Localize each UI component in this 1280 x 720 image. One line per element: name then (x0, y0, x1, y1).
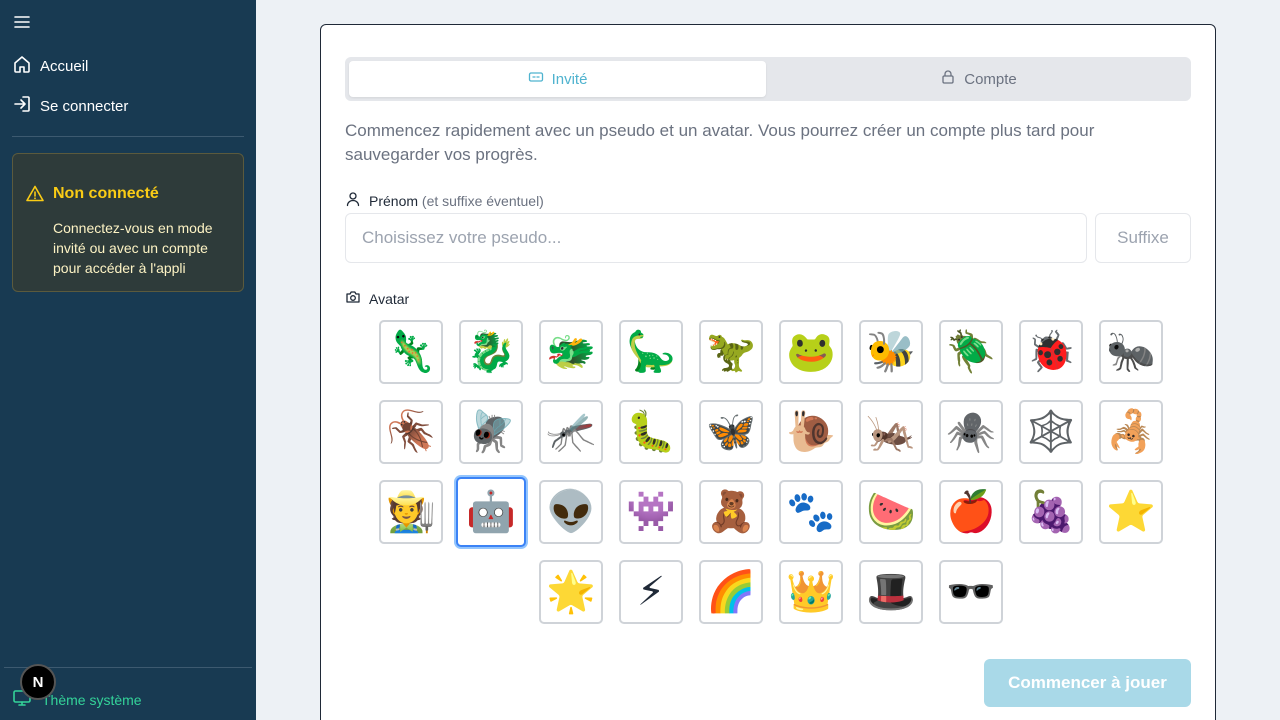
avatar-option[interactable]: ⚡ (619, 560, 683, 624)
avatar-option[interactable]: 🐸 (779, 320, 843, 384)
avatar-option[interactable]: 🎩 (859, 560, 923, 624)
alert-title: Non connecté (53, 185, 159, 202)
avatar-option[interactable]: 🦋 (699, 400, 763, 464)
avatar-option[interactable]: 🦖 (699, 320, 763, 384)
start-game-button[interactable]: Commencer à jouer (984, 659, 1191, 707)
avatar-option[interactable]: 🐾 (779, 480, 843, 544)
avatar-grid: 🦎 🐉 🐲 🦕 🦖 🐸 🐝 🪲 🐞 🐜 🪳 🪰 🦟 🐛 🦋 🐌 🦗 🕷️ 🕸️ 🦂 🧑‍🌾 🤖 👽 👾 🧸 🐾 🍉 🍎 🍇 ⭐ 🌟 ⚡ 🌈 👑 🎩 🕶… (376, 320, 1166, 630)
menu-icon[interactable] (12, 12, 32, 32)
avatar-option[interactable]: 🦂 (1099, 400, 1163, 464)
theme-label: Thème système (42, 691, 142, 708)
avatar-option[interactable]: ⭐ (1099, 480, 1163, 544)
avatar-option[interactable]: 🐝 (859, 320, 923, 384)
tab-label: Invité (551, 70, 588, 88)
tab-label: Compte (964, 70, 1017, 88)
avatar-option[interactable]: 🕸️ (1019, 400, 1083, 464)
avatar-option[interactable]: 🍎 (939, 480, 1003, 544)
nav-item-label: Accueil (40, 57, 89, 75)
avatar-row: 🌟 ⚡ 🌈 👑 🎩 🕶️ (376, 560, 1166, 624)
tab-account[interactable]: Compte (770, 61, 1187, 97)
not-connected-alert: Non connecté Connectez-vous en mode invi… (12, 153, 244, 292)
ticket-icon (528, 69, 544, 89)
user-icon (345, 191, 361, 210)
avatar-option[interactable]: 🦎 (379, 320, 443, 384)
avatar-option[interactable]: 🧸 (699, 480, 763, 544)
avatar-field-label: Avatar (345, 289, 409, 308)
avatar-option[interactable]: 🦕 (619, 320, 683, 384)
avatar-option[interactable]: 🌟 (539, 560, 603, 624)
avatar-option[interactable]: 🐉 (459, 320, 523, 384)
suffix-input[interactable] (1095, 213, 1191, 263)
avatar-option[interactable]: 🕷️ (939, 400, 1003, 464)
avatar-row: 🪳 🪰 🦟 🐛 🦋 🐌 🦗 🕷️ 🕸️ 🦂 (376, 400, 1166, 464)
auth-tabs: Invité Compte (345, 57, 1191, 101)
login-icon (12, 94, 32, 118)
home-icon (12, 54, 32, 78)
avatar-option[interactable]: 🐲 (539, 320, 603, 384)
warning-icon (25, 184, 45, 204)
nav-item-login[interactable]: Se connecter (12, 94, 128, 118)
avatar-option[interactable]: 🍉 (859, 480, 923, 544)
avatar-row: 🧑‍🌾 🤖 👽 👾 🧸 🐾 🍉 🍎 🍇 ⭐ (376, 477, 1166, 547)
pseudo-input[interactable] (345, 213, 1087, 263)
avatar-label-text: Avatar (369, 290, 410, 307)
name-label-hint: (et suffixe éventuel) (421, 192, 544, 209)
avatar-option[interactable]: 👾 (619, 480, 683, 544)
avatar-row: 🦎 🐉 🐲 🦕 🦖 🐸 🐝 🪲 🐞 🐜 (376, 320, 1166, 384)
avatar-option[interactable]: 🪳 (379, 400, 443, 464)
avatar-option[interactable]: 🍇 (1019, 480, 1083, 544)
camera-icon (345, 289, 361, 308)
avatar-option[interactable]: 🐛 (619, 400, 683, 464)
avatar-option[interactable]: 🕶️ (939, 560, 1003, 624)
nav-item-home[interactable]: Accueil (12, 54, 88, 78)
name-field-label: Prénom (et suffixe éventuel) (345, 191, 544, 210)
avatar-option[interactable]: 🤖 (456, 477, 526, 547)
avatar-option[interactable]: 🐌 (779, 400, 843, 464)
lock-icon (940, 69, 956, 89)
dev-badge[interactable]: N (20, 664, 56, 700)
avatar-option[interactable]: 🦗 (859, 400, 923, 464)
avatar-option[interactable]: 🪰 (459, 400, 523, 464)
intro-text: Commencez rapidement avec un pseudo et u… (345, 121, 1095, 164)
login-card: Invité Compte Commencez rapidement avec … (320, 24, 1216, 720)
avatar-option[interactable]: 🐜 (1099, 320, 1163, 384)
tab-guest[interactable]: Invité (349, 61, 766, 97)
alert-text: Connectez-vous en mode invité ou avec un… (53, 220, 213, 276)
avatar-option[interactable]: 🧑‍🌾 (379, 480, 443, 544)
nav-item-label: Se connecter (40, 97, 129, 115)
avatar-option[interactable]: 🪲 (939, 320, 1003, 384)
avatar-option[interactable]: 🌈 (699, 560, 763, 624)
sidebar-divider (12, 136, 244, 137)
avatar-option[interactable]: 🐞 (1019, 320, 1083, 384)
avatar-option[interactable]: 🦟 (539, 400, 603, 464)
avatar-option[interactable]: 👽 (539, 480, 603, 544)
name-label-text: Prénom (369, 192, 419, 209)
avatar-option[interactable]: 👑 (779, 560, 843, 624)
sidebar: Accueil Se connecter Non connecté Connec… (0, 0, 256, 720)
